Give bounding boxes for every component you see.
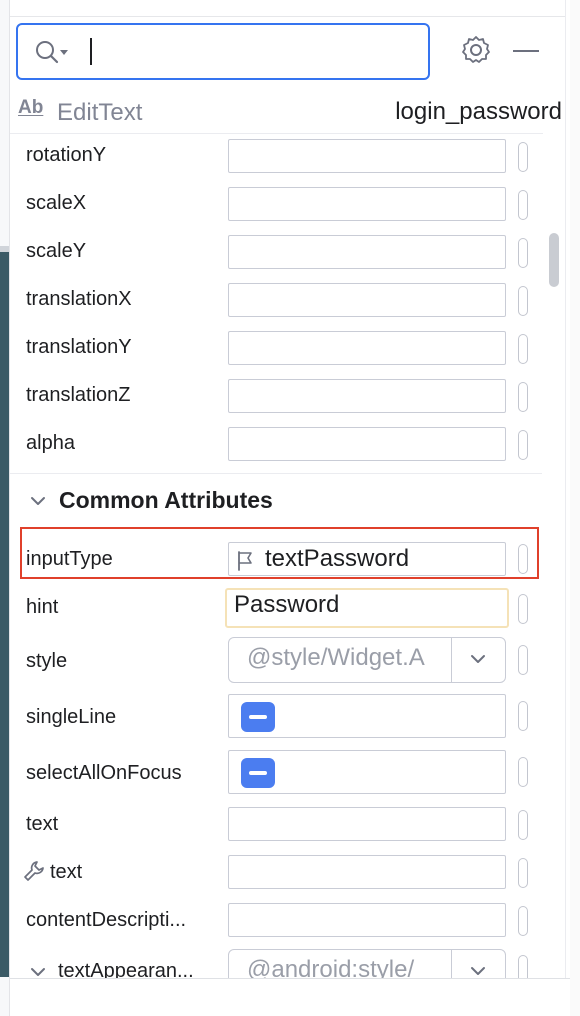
attr-pill-button[interactable] <box>518 645 528 675</box>
attr-label: text <box>50 861 83 883</box>
attr-row-translationY: translationY <box>10 325 550 373</box>
attr-value-field[interactable] <box>228 807 506 841</box>
attr-label: selectAllOnFocus <box>26 762 182 784</box>
hint-value[interactable]: Password <box>234 591 339 619</box>
attributes-panel: Ab EditText login_password rotationY sca… <box>10 0 580 1016</box>
attr-pill-button[interactable] <box>518 382 528 412</box>
section-title: Common Attributes <box>59 487 273 513</box>
attr-row-translationX: translationX <box>10 277 550 325</box>
gear-icon[interactable] <box>460 34 492 66</box>
top-divider <box>10 16 565 17</box>
attr-pill-button[interactable] <box>518 858 528 888</box>
attr-row-selectAllOnFocus: selectAllOnFocus <box>10 747 550 795</box>
attr-row-text: text <box>10 801 550 849</box>
attr-value-field[interactable] <box>228 187 506 221</box>
attr-label: rotationY <box>26 144 107 166</box>
ab-text-icon: Ab <box>18 97 44 118</box>
hint-field[interactable]: Password <box>225 588 509 628</box>
single-line-checkbox[interactable] <box>241 702 275 732</box>
attr-row-hint: hint Password <box>10 585 550 633</box>
attr-label: textAppearan... <box>58 960 194 978</box>
attr-label: translationZ <box>26 384 131 406</box>
scrollbar-thumb[interactable] <box>549 233 559 287</box>
attr-row-scaleX: scaleX <box>10 181 550 229</box>
search-icon[interactable] <box>34 39 74 65</box>
chevron-down-icon[interactable] <box>30 964 46 978</box>
attr-row-alpha: alpha <box>10 421 550 469</box>
attr-value-field[interactable] <box>228 903 506 937</box>
dropdown-separator <box>451 950 452 978</box>
attr-row-scaleY: scaleY <box>10 229 550 277</box>
component-header: Ab EditText login_password <box>10 93 565 133</box>
attr-value-field[interactable] <box>228 379 506 413</box>
attr-label: translationX <box>26 288 132 310</box>
attr-value-field[interactable] <box>228 283 506 317</box>
attr-row-contentDescription: contentDescripti... <box>10 897 550 945</box>
component-type: EditText <box>57 99 143 126</box>
editor-edge <box>0 0 10 1016</box>
style-value: @style/Widget.A <box>247 644 425 671</box>
attr-row-style: style @style/Widget.A <box>10 635 550 683</box>
bottom-bar <box>10 978 570 1016</box>
select-all-checkbox[interactable] <box>241 758 275 788</box>
text-appearance-value: @android:style/ <box>247 956 415 978</box>
attr-pill-button[interactable] <box>518 334 528 364</box>
attr-pill-button[interactable] <box>518 810 528 840</box>
single-line-field <box>228 694 506 738</box>
attr-value-field[interactable] <box>228 235 506 269</box>
attr-pill-button[interactable] <box>518 286 528 316</box>
scrollbar[interactable] <box>546 230 562 290</box>
chevron-down-icon[interactable] <box>30 493 46 509</box>
attr-label: scaleY <box>26 240 87 262</box>
attr-pill-button[interactable] <box>518 142 528 172</box>
panel-right-border <box>565 0 566 1016</box>
attr-label: singleLine <box>26 706 117 728</box>
attr-label: translationY <box>26 336 132 358</box>
attr-pill-button[interactable] <box>518 701 528 731</box>
attr-label: contentDescripti... <box>26 909 187 931</box>
attr-pill-button[interactable] <box>518 955 528 978</box>
section-divider <box>10 473 542 474</box>
attr-row-translationZ: translationZ <box>10 373 550 421</box>
attr-label: scaleX <box>26 192 87 214</box>
attr-pill-button[interactable] <box>518 594 528 624</box>
attr-pill-button[interactable] <box>518 906 528 936</box>
text-appearance-dropdown[interactable]: @android:style/ <box>228 949 506 978</box>
design-surface-edge <box>0 252 9 977</box>
selection-highlight <box>20 527 539 579</box>
attr-row-singleLine: singleLine <box>10 691 550 739</box>
tool-window-strip <box>570 0 580 1016</box>
attr-value-field[interactable] <box>228 139 506 173</box>
attr-pill-button[interactable] <box>518 757 528 787</box>
component-id: login_password <box>395 98 562 125</box>
chevron-down-icon[interactable] <box>469 962 487 978</box>
attr-row-tools-text: text <box>10 849 550 897</box>
minimize-icon[interactable] <box>513 50 539 52</box>
attr-pill-button[interactable] <box>518 430 528 460</box>
attr-value-field[interactable] <box>228 427 506 461</box>
attr-label: alpha <box>26 432 75 454</box>
attr-pill-button[interactable] <box>518 238 528 268</box>
style-dropdown[interactable]: @style/Widget.A <box>228 637 506 683</box>
attr-value-field[interactable] <box>228 331 506 365</box>
text-caret <box>90 38 92 65</box>
chevron-down-icon[interactable] <box>469 650 487 668</box>
attr-label: hint <box>26 596 59 618</box>
select-all-field <box>228 750 506 794</box>
attr-row-textAppearance: textAppearan... @android:style/ <box>10 945 550 978</box>
search-field[interactable] <box>16 23 430 80</box>
attr-label: style <box>26 650 68 672</box>
attr-value-field[interactable] <box>228 855 506 889</box>
dropdown-separator <box>451 638 452 682</box>
attr-row-rotationY: rotationY <box>10 133 550 181</box>
attr-label: text <box>26 813 59 835</box>
wrench-icon <box>24 861 44 881</box>
attr-pill-button[interactable] <box>518 190 528 220</box>
